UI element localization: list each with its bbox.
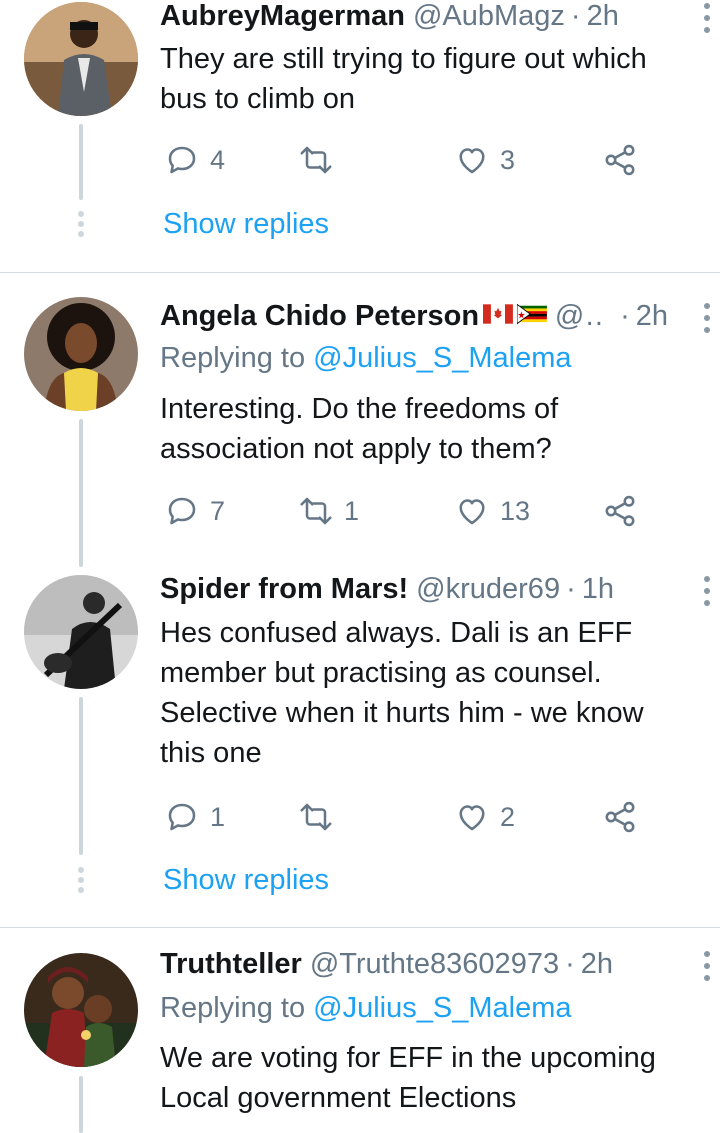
share-button[interactable]	[602, 489, 638, 533]
retweet-button[interactable]: 1	[298, 489, 359, 533]
tweet-text-line: bus to climb on	[160, 83, 356, 115]
replying-to: Replying to @Julius_S_Malema	[160, 342, 571, 375]
replying-to: Replying to @Julius_S_Malema	[160, 992, 571, 1025]
like-count: 13	[500, 495, 531, 526]
tweet-text: Hes confused always. Dali is an EFF memb…	[160, 613, 696, 773]
tweet-header: AubreyMagerman @AubMagz · 2h	[160, 0, 668, 40]
more-vertical-icon[interactable]	[700, 576, 714, 606]
tweet-text-line: Hes confused always. Dali is an EFF	[160, 617, 633, 649]
tweet-text-line: They are still trying to figure out whic…	[160, 43, 647, 75]
separator-dot: ·	[570, 0, 581, 32]
tweet-text-line: Interesting. Do the freedoms of	[160, 393, 559, 425]
tweet-text-line: Local government Elections	[160, 1082, 517, 1114]
share-icon	[605, 495, 635, 527]
tweet-spider[interactable]: Spider from Mars! @kruder69 · 1h Hes con…	[0, 563, 720, 927]
reply-icon	[168, 497, 196, 525]
avatar[interactable]	[24, 575, 138, 689]
action-bar: 4 3	[160, 138, 640, 182]
like-count: 2	[500, 801, 516, 832]
reply-button[interactable]: 4	[164, 138, 225, 182]
timestamp[interactable]: 2h	[581, 948, 613, 981]
avatar[interactable]	[24, 953, 138, 1067]
reply-count: 7	[210, 495, 226, 526]
action-bar: 7 1 13	[160, 489, 640, 533]
thread-line	[79, 1076, 83, 1133]
retweet-icon	[300, 146, 332, 174]
show-replies-link[interactable]: Show replies	[163, 864, 329, 897]
user-handle[interactable]: @Truthte83602973	[310, 948, 559, 981]
avatar[interactable]	[24, 297, 138, 411]
tweet-text: They are still trying to figure out whic…	[160, 39, 696, 119]
reply-count: 1	[210, 801, 226, 832]
canada-flag-icon	[483, 304, 513, 324]
display-name[interactable]: Spider from Mars!	[160, 573, 408, 606]
more-vertical-icon[interactable]	[700, 303, 714, 333]
reply-icon	[168, 803, 196, 831]
display-name[interactable]: Angela Chido Peterson	[160, 300, 479, 333]
display-name[interactable]: Truthteller	[160, 948, 302, 981]
share-icon	[605, 144, 635, 176]
tweet-angela[interactable]: Angela Chido Peterson @... · 2h Replying…	[0, 273, 720, 567]
thread-line	[79, 419, 83, 567]
avatar[interactable]	[24, 2, 138, 116]
reply-button[interactable]: 1	[164, 795, 225, 839]
mention-link[interactable]: @Julius_S_Malema	[313, 992, 571, 1024]
tweet-text-line: association not apply to them?	[160, 433, 552, 465]
tweet-text: Interesting. Do the freedoms of associat…	[160, 389, 696, 469]
heart-icon	[459, 805, 485, 831]
timestamp[interactable]: 2h	[587, 0, 619, 33]
share-button[interactable]	[602, 138, 638, 182]
tweet-text-line: this one	[160, 737, 262, 769]
timestamp[interactable]: 1h	[582, 573, 614, 606]
tweet-header: Angela Chido Peterson @... · 2h	[160, 300, 668, 340]
reply-icon	[168, 146, 196, 174]
share-icon	[605, 801, 635, 833]
zimbabwe-flag-icon	[516, 303, 547, 325]
more-vertical-icon[interactable]	[700, 951, 714, 981]
thread-line	[79, 697, 83, 855]
retweet-icon	[300, 803, 332, 831]
heart-icon	[459, 499, 485, 525]
tweet-truthteller[interactable]: Truthteller @Truthte83602973 · 2h Replyi…	[0, 928, 720, 1133]
like-count: 3	[500, 144, 516, 175]
display-name[interactable]: AubreyMagerman	[160, 0, 405, 33]
show-replies-link[interactable]: Show replies	[163, 208, 329, 241]
tweet-aubrey[interactable]: AubreyMagerman @AubMagz · 2h They are st…	[0, 0, 720, 272]
tweet-text: We are voting for EFF in the upcoming Lo…	[160, 1038, 696, 1118]
tweet-text-line: We are voting for EFF in the upcoming	[160, 1042, 656, 1074]
user-handle[interactable]: @kruder69	[416, 573, 560, 606]
user-handle[interactable]: @AubMagz	[413, 0, 565, 33]
tweet-text-line: member but practising as counsel.	[160, 657, 602, 689]
reply-button[interactable]: 7	[164, 489, 225, 533]
replying-prefix: Replying to	[160, 992, 306, 1024]
retweet-button[interactable]	[298, 795, 344, 839]
share-button[interactable]	[602, 795, 638, 839]
separator-dot: ·	[565, 948, 575, 980]
retweet-count: 1	[344, 495, 360, 526]
action-bar: 1 2	[160, 795, 640, 839]
tweet-text-line: Selective when it hurts him - we know	[160, 697, 644, 729]
tweet-header: Spider from Mars! @kruder69 · 1h	[160, 573, 668, 613]
reply-count: 4	[210, 144, 226, 175]
like-button[interactable]: 13	[454, 489, 530, 533]
timestamp[interactable]: 2h	[636, 300, 668, 333]
like-button[interactable]: 2	[454, 795, 515, 839]
more-vertical-icon[interactable]	[700, 3, 714, 33]
like-button[interactable]: 3	[454, 138, 515, 182]
retweet-button[interactable]	[298, 138, 344, 182]
mention-link[interactable]: @Julius_S_Malema	[313, 342, 571, 374]
replying-prefix: Replying to	[160, 342, 306, 374]
heart-icon	[459, 148, 485, 174]
retweet-icon	[300, 497, 332, 525]
separator-dot: ·	[566, 573, 576, 605]
user-handle[interactable]: @...	[555, 300, 602, 333]
thread-line	[79, 124, 83, 200]
separator-dot: ·	[620, 300, 630, 332]
tweet-header: Truthteller @Truthte83602973 · 2h	[160, 948, 668, 988]
